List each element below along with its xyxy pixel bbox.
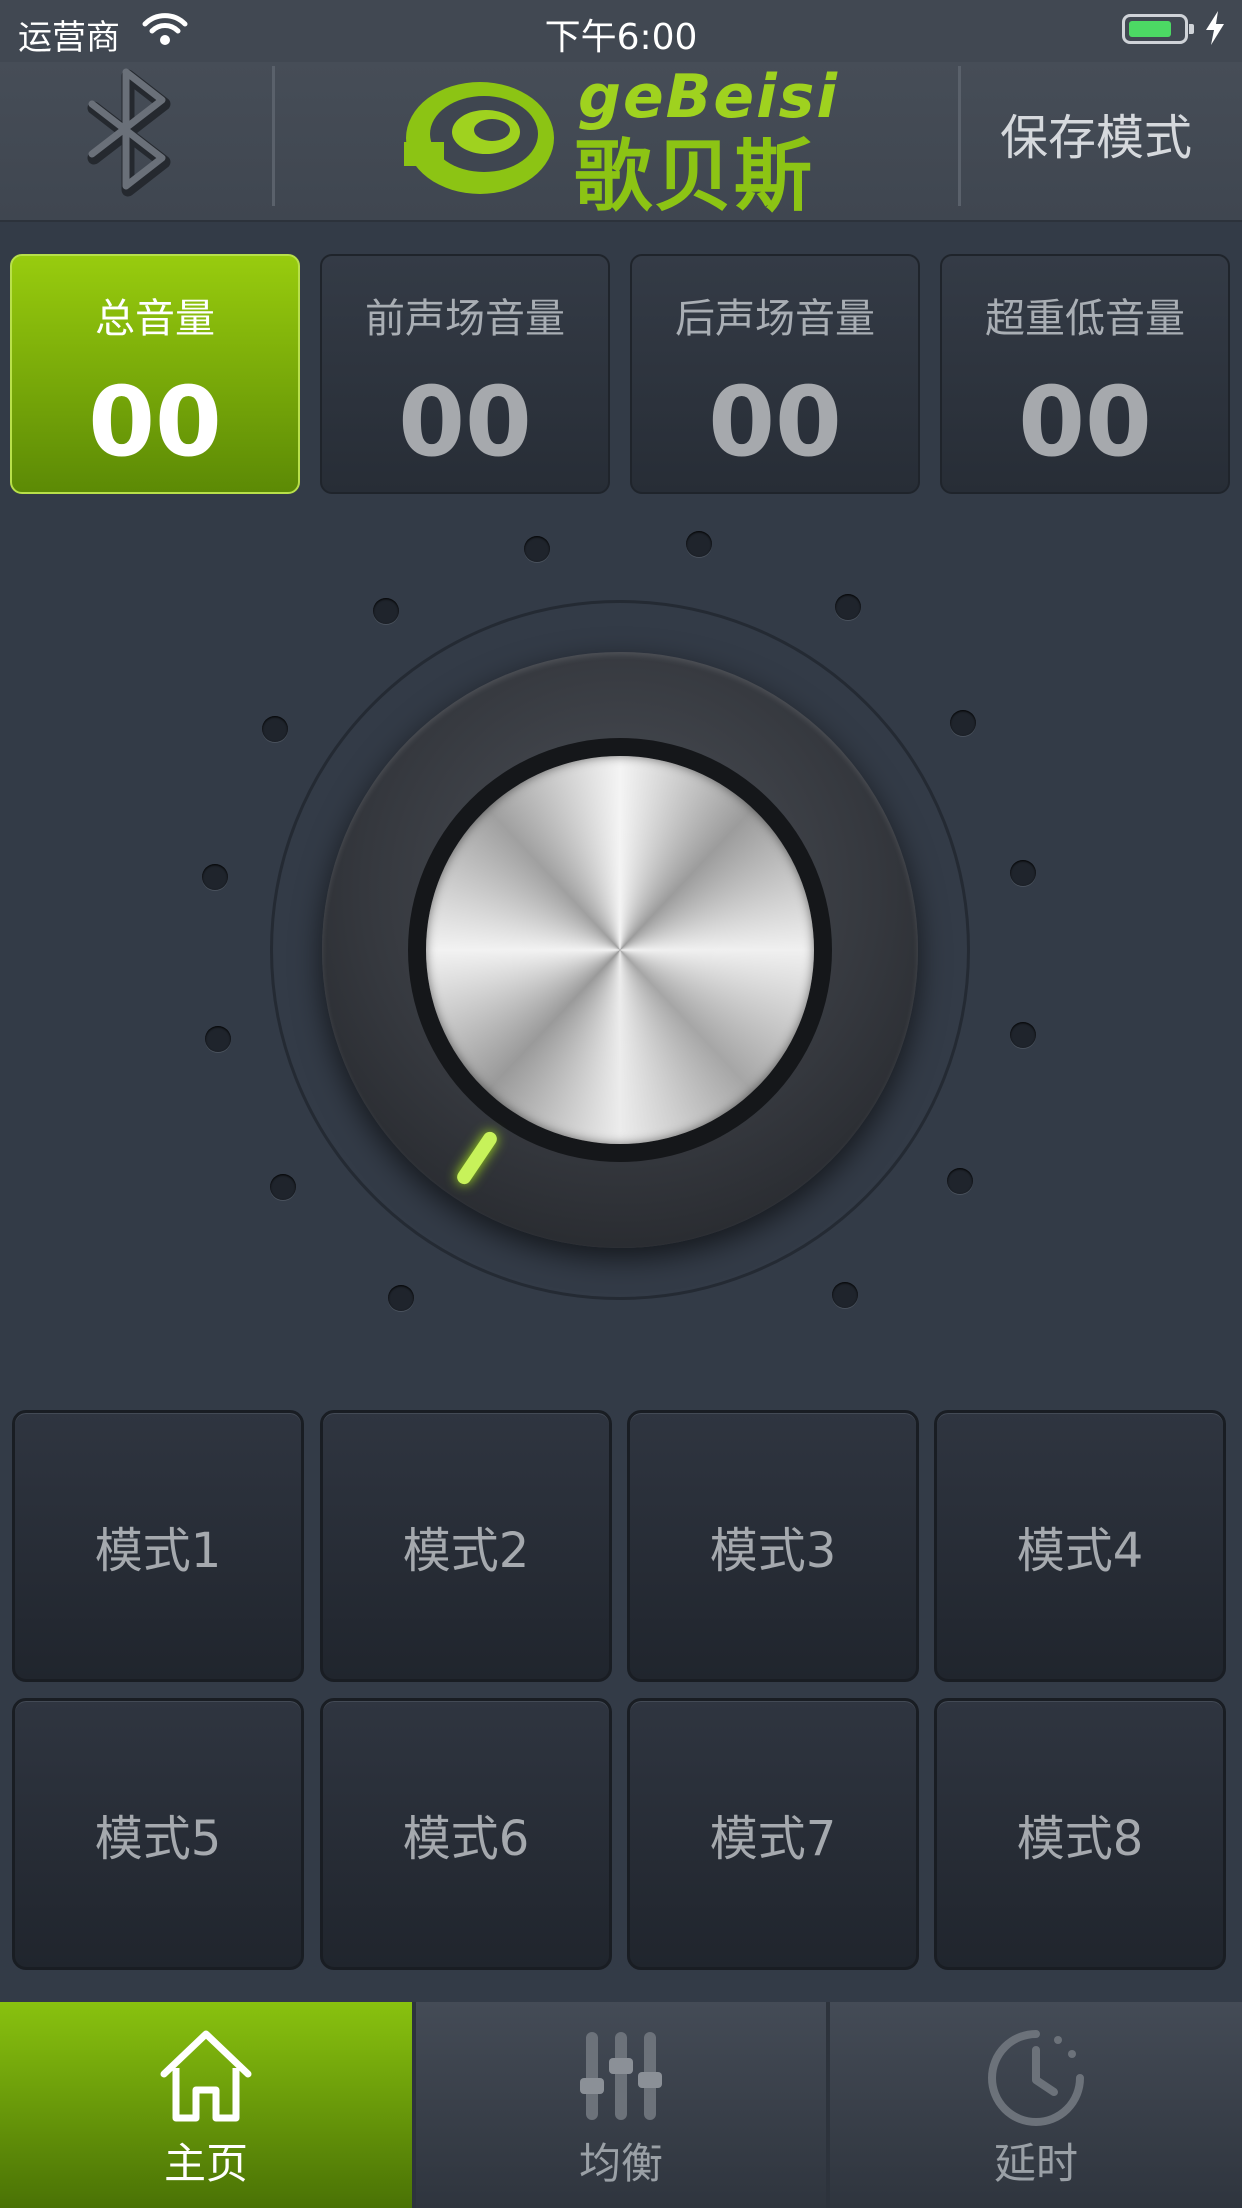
mode-button[interactable]: 模式7 [627, 1698, 919, 1970]
mode-button[interactable]: 模式8 [934, 1698, 1226, 1970]
volume-tile[interactable]: 后声场音量 00 [630, 254, 920, 494]
level-dot [1010, 1022, 1036, 1048]
mode-button[interactable]: 模式3 [627, 1410, 919, 1682]
mode-button[interactable]: 模式2 [320, 1410, 612, 1682]
tab-equalizer-label: 均衡 [578, 2139, 663, 2188]
home-icon [160, 2030, 252, 2122]
status-time: 下午6:00 [544, 17, 698, 58]
mode-button[interactable]: 模式6 [320, 1698, 612, 1970]
tab-delay-label: 延时 [993, 2139, 1078, 2188]
level-dot [832, 1282, 858, 1308]
tab-bar: 主页 均衡 延时 [0, 2002, 1242, 2208]
app-header: geBeisi 歌贝斯 保存模式 [0, 62, 1242, 222]
charging-bolt-icon [1206, 11, 1224, 45]
volume-tile-value: 00 [88, 366, 222, 478]
level-dot [1010, 860, 1036, 886]
volume-tile-label: 后声场音量 [675, 296, 875, 342]
volume-tile-value: 00 [708, 366, 842, 478]
volume-tile-label: 前声场音量 [365, 296, 565, 342]
volume-tile-label: 总音量 [95, 296, 215, 342]
bluetooth-icon[interactable] [72, 68, 192, 198]
level-dot [388, 1285, 414, 1311]
level-dot [686, 531, 712, 557]
level-dot [524, 536, 550, 562]
tab-equalizer[interactable]: 均衡 [416, 2002, 826, 2208]
mode-button[interactable]: 模式5 [12, 1698, 304, 1970]
level-dot [202, 864, 228, 890]
level-dot [947, 1168, 973, 1194]
battery-fill [1129, 21, 1171, 37]
volume-tile[interactable]: 前声场音量 00 [320, 254, 610, 494]
volume-tile-value: 00 [398, 366, 532, 478]
battery-icon [1122, 14, 1194, 44]
tab-delay[interactable]: 延时 [830, 2002, 1242, 2208]
level-dot [262, 716, 288, 742]
clock-icon [988, 2030, 1084, 2126]
level-dot [950, 710, 976, 736]
level-dot [835, 594, 861, 620]
tab-home[interactable]: 主页 [0, 2002, 412, 2208]
equalizer-icon [580, 2032, 662, 2120]
header-divider-left [272, 66, 275, 206]
level-dot [205, 1026, 231, 1052]
volume-tile[interactable]: 超重低音量 00 [940, 254, 1230, 494]
header-divider-right [958, 66, 961, 206]
level-dot [270, 1174, 296, 1200]
save-mode-button[interactable]: 保存模式 [1000, 98, 1192, 168]
brand-logo-icon [404, 82, 554, 194]
level-dot [373, 598, 399, 624]
tab-home-label: 主页 [163, 2139, 248, 2188]
logo-chinese-text: 歌贝斯 [574, 132, 815, 222]
volume-knob[interactable] [426, 756, 814, 1144]
volume-tile[interactable]: 总音量 00 [10, 254, 300, 494]
volume-tile-label: 超重低音量 [985, 296, 1185, 342]
status-bar: 运营商 下午6:00 [0, 0, 1242, 62]
mode-button[interactable]: 模式4 [934, 1410, 1226, 1682]
mode-button[interactable]: 模式1 [12, 1410, 304, 1682]
volume-tile-value: 00 [1018, 366, 1152, 478]
